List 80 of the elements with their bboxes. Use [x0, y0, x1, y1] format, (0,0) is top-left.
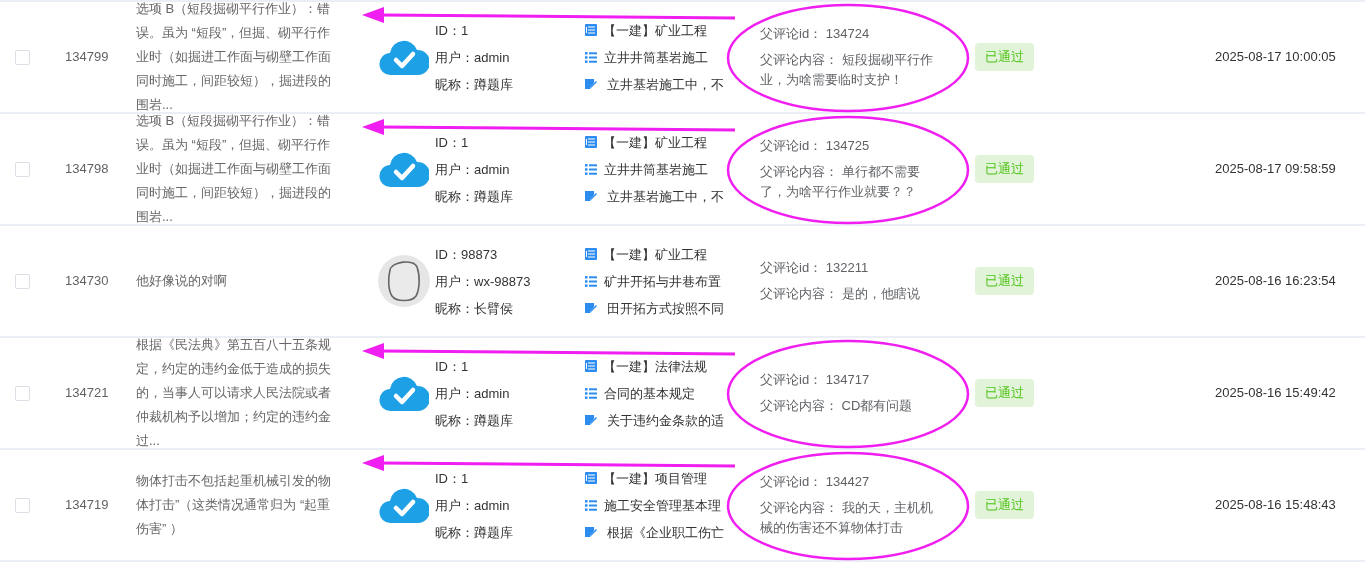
user-id: ID：1 — [435, 21, 470, 40]
comment-id: 134799 — [65, 49, 109, 65]
comment-id: 134730 — [65, 273, 109, 289]
edit-icon — [585, 190, 597, 202]
edit-icon — [585, 302, 597, 314]
chapter-name: 立井井筒基岩施工 — [604, 160, 708, 179]
user-nickname: 昵称：长臂侯 — [435, 299, 514, 318]
list-icon — [585, 275, 597, 287]
row-checkbox[interactable] — [15, 161, 30, 177]
question-text: 立井基岩施工中，不 — [607, 187, 724, 206]
edit-icon — [585, 414, 597, 426]
comment-time: 2025-08-17 10:00:05 — [1215, 48, 1336, 67]
user-name: 用户：admin — [435, 48, 511, 67]
list-icon — [585, 163, 597, 175]
parent-comment-text: 父评论内容： CD都有问题 — [760, 397, 914, 415]
comment-time: 2025-08-16 15:49:42 — [1215, 384, 1336, 403]
parent-comment-id: 父评论id： 134725 — [760, 137, 871, 155]
row-checkbox[interactable] — [15, 273, 30, 289]
row-checkbox[interactable] — [15, 497, 30, 513]
course-name: 【一建】矿业工程 — [603, 21, 707, 40]
comment-text: 物体打击不包括起重机械引发的物体打击”（这类情况通常归为 “起重伤害” ） — [136, 472, 332, 538]
user-id: ID：98873 — [435, 245, 499, 264]
row-checkbox[interactable] — [15, 49, 30, 65]
parent-comment-text: 父评论内容： 单行都不需要了，为啥平行作业就要？？ — [760, 163, 921, 201]
question-text: 立井基岩施工中，不 — [607, 75, 724, 94]
user-name: 用户：admin — [435, 384, 511, 403]
comment-time: 2025-08-17 09:58:59 — [1215, 160, 1336, 179]
comment-time: 2025-08-16 16:23:54 — [1215, 272, 1336, 291]
user-nickname: 昵称：蹲题库 — [435, 411, 514, 430]
book-icon — [585, 472, 597, 484]
edit-icon — [585, 78, 597, 90]
user-id: ID：1 — [435, 469, 470, 488]
user-id: ID：1 — [435, 357, 470, 376]
chapter-name: 立井井筒基岩施工 — [604, 48, 708, 67]
row-checkbox[interactable] — [15, 385, 30, 401]
course-name: 【一建】矿业工程 — [603, 133, 707, 152]
question-text: 田开拓方式按照不同 — [607, 299, 724, 318]
user-name: 用户：admin — [435, 496, 511, 515]
status-badge: 已通过 — [975, 155, 1034, 183]
parent-comment-text: 父评论内容： 是的，他瞎说 — [760, 285, 921, 303]
chapter-name: 合同的基本规定 — [604, 384, 695, 403]
course-name: 【一建】项目管理 — [603, 469, 707, 488]
course-name: 【一建】法律法规 — [603, 357, 707, 376]
user-nickname: 昵称：蹲题库 — [435, 187, 514, 206]
user-name: 用户：admin — [435, 160, 511, 179]
list-icon — [585, 387, 597, 399]
comment-text: 选项 B（短段掘砌平行作业）：错误。虽为 “短段”，但掘、砌平行作业时（如掘进工作面与砌壁工作面同时施工，间距较短），掘进段的围岩... — [136, 112, 332, 226]
parent-comment-id: 父评论id： 132211 — [760, 259, 870, 277]
comment-id: 134798 — [65, 161, 109, 177]
question-text: 关于违约金条款的适 — [607, 411, 724, 430]
parent-comment-id: 父评论id： 134717 — [760, 371, 871, 389]
course-name: 【一建】矿业工程 — [603, 245, 707, 264]
comment-time: 2025-08-16 15:48:43 — [1215, 496, 1336, 515]
comment-text: 他好像说的对啊 — [136, 272, 228, 290]
book-icon — [585, 360, 597, 372]
user-id: ID：1 — [435, 133, 470, 152]
parent-comment-text: 父评论内容： 短段掘砌平行作业，为啥需要临时支护！ — [760, 51, 934, 89]
chapter-name: 施工安全管理基本理 — [604, 496, 721, 515]
parent-comment-text: 父评论内容： 我的天，主机机械的伤害还不算物体打击 — [760, 499, 934, 537]
comment-text: 选项 B（短段掘砌平行作业）：错误。虽为 “短段”，但掘、砌平行作业时（如掘进工作面与砌壁工作面同时施工，间距较短），掘进段的围岩... — [136, 0, 332, 114]
parent-comment-id: 父评论id： 134427 — [760, 473, 871, 491]
comment-id: 134719 — [65, 497, 109, 513]
comment-text: 根据《民法典》第五百八十五条规定，约定的违约金低于造成的损失的，当事人可以请求人民法院或者仲裁机构予以增加；约定的违约金过... — [136, 336, 332, 450]
book-icon — [585, 136, 597, 148]
comment-id: 134721 — [65, 385, 109, 401]
question-text: 根据《企业职工伤亡 — [607, 523, 724, 542]
book-icon — [585, 248, 597, 260]
user-nickname: 昵称：蹲题库 — [435, 75, 514, 94]
status-badge: 已通过 — [975, 491, 1034, 519]
edit-icon — [585, 526, 597, 538]
book-icon — [585, 24, 597, 36]
chapter-name: 矿井开拓与井巷布置 — [604, 272, 721, 291]
user-nickname: 昵称：蹲题库 — [435, 523, 514, 542]
status-badge: 已通过 — [975, 43, 1034, 71]
user-name: 用户：wx-98873 — [435, 272, 532, 291]
parent-comment-id: 父评论id： 134724 — [760, 25, 871, 43]
list-icon — [585, 499, 597, 511]
status-badge: 已通过 — [975, 379, 1034, 407]
status-badge: 已通过 — [975, 267, 1034, 295]
list-icon — [585, 51, 597, 63]
